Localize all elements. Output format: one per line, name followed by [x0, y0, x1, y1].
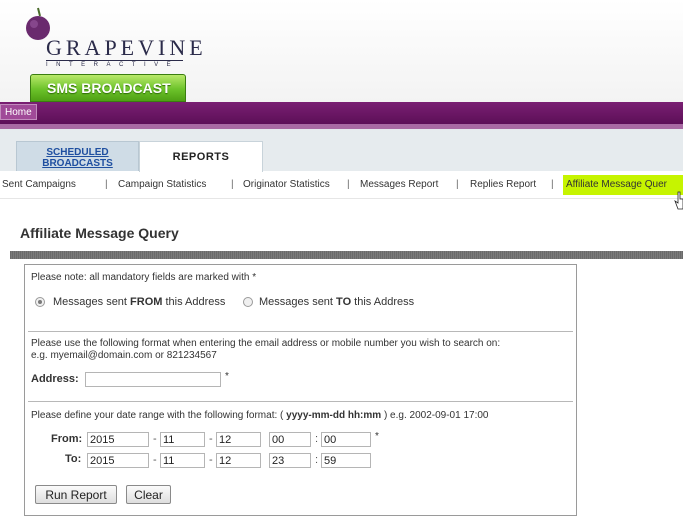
section-divider [28, 331, 573, 332]
date-separator: - [153, 433, 157, 445]
from-day-input[interactable] [216, 432, 261, 447]
date-separator: - [209, 433, 213, 445]
main-nav-bar: Home [0, 102, 683, 124]
radio-from-address[interactable] [35, 297, 45, 307]
date-format-note: Please define your date range with the f… [31, 410, 488, 421]
app-header: GRAPEVINE INTERACTIVE SMS BROADCAST [0, 0, 683, 102]
time-separator: : [315, 454, 319, 466]
subnav-campaign-statistics[interactable]: Campaign Statistics [118, 179, 206, 190]
from-year-input[interactable] [87, 432, 149, 447]
radio-from-bold: FROM [130, 296, 163, 308]
subnav-separator: | [105, 179, 108, 190]
run-report-button[interactable]: Run Report [35, 485, 117, 504]
tab-scheduled-label-2: BROADCASTS [42, 158, 113, 169]
subnav-sent-campaigns[interactable]: Sent Campaigns [2, 179, 76, 190]
address-input[interactable] [85, 372, 221, 387]
date-separator: - [209, 454, 213, 466]
time-separator: : [315, 433, 319, 445]
to-label: To: [65, 453, 82, 465]
radio-to-bold: TO [336, 296, 352, 308]
to-year-input[interactable] [87, 453, 149, 468]
radio-to-label: Messages sent TO this Address [259, 296, 414, 308]
radio-to-prefix: Messages sent [259, 296, 337, 308]
from-month-input[interactable] [160, 432, 205, 447]
address-label: Address: [31, 373, 79, 385]
section-divider [28, 401, 573, 402]
to-hour-input[interactable] [269, 453, 311, 468]
radio-from-label: Messages sent FROM this Address [53, 296, 225, 308]
radio-to-address[interactable] [243, 297, 253, 307]
nav-home-link[interactable]: Home [0, 104, 37, 120]
section-tabs: SCHEDULED BROADCASTS REPORTS [0, 129, 683, 172]
to-month-input[interactable] [160, 453, 205, 468]
date-note-suffix: ) e.g. 2002-09-01 17:00 [381, 410, 489, 421]
logo-name: GRAPEVINE [46, 35, 207, 60]
subnav-separator: | [551, 179, 554, 190]
tab-scheduled-broadcasts[interactable]: SCHEDULED BROADCASTS [16, 141, 139, 171]
format-note-line-1: Please use the following format when ent… [31, 338, 501, 349]
reports-subnav: Sent Campaigns | Campaign Statistics | O… [0, 171, 683, 199]
subnav-separator: | [347, 179, 350, 190]
date-note-prefix: Please define your date range with the f… [31, 410, 287, 421]
subnav-replies-report[interactable]: Replies Report [470, 179, 536, 190]
to-day-input[interactable] [216, 453, 261, 468]
from-hour-input[interactable] [269, 432, 311, 447]
address-required-mark: * [225, 371, 229, 382]
from-required-mark: * [375, 431, 379, 442]
date-note-format: yyyy-mm-dd hh:mm [286, 410, 382, 421]
subnav-separator: | [231, 179, 234, 190]
logo-rule [46, 60, 183, 61]
radio-from-prefix: Messages sent [53, 296, 131, 308]
subnav-messages-report[interactable]: Messages Report [360, 179, 438, 190]
format-note-line-2: e.g. myemail@domain.com or 821234567 [31, 350, 217, 361]
subnav-separator: | [456, 179, 459, 190]
tab-scheduled-label-1: SCHEDULED [46, 147, 109, 158]
from-label: From: [51, 433, 83, 445]
subnav-affiliate-message-query[interactable]: Affiliate Message Quer [563, 175, 683, 195]
mandatory-note: Please note: all mandatory fields are ma… [31, 272, 257, 283]
sms-broadcast-button[interactable]: SMS BROADCAST [30, 74, 186, 102]
logo-tagline: INTERACTIVE [46, 62, 180, 68]
radio-to-suffix: this Address [351, 296, 415, 308]
page-title: Affiliate Message Query [20, 225, 179, 241]
to-minute-input[interactable] [321, 453, 371, 468]
subnav-originator-statistics[interactable]: Originator Statistics [243, 179, 330, 190]
from-minute-input[interactable] [321, 432, 371, 447]
query-form: Please note: all mandatory fields are ma… [24, 264, 577, 516]
clear-button[interactable]: Clear [126, 485, 171, 504]
date-separator: - [153, 454, 157, 466]
radio-from-suffix: this Address [162, 296, 226, 308]
tab-reports[interactable]: REPORTS [139, 141, 263, 172]
hand-cursor-icon [674, 191, 683, 210]
title-separator-bar [10, 251, 683, 259]
